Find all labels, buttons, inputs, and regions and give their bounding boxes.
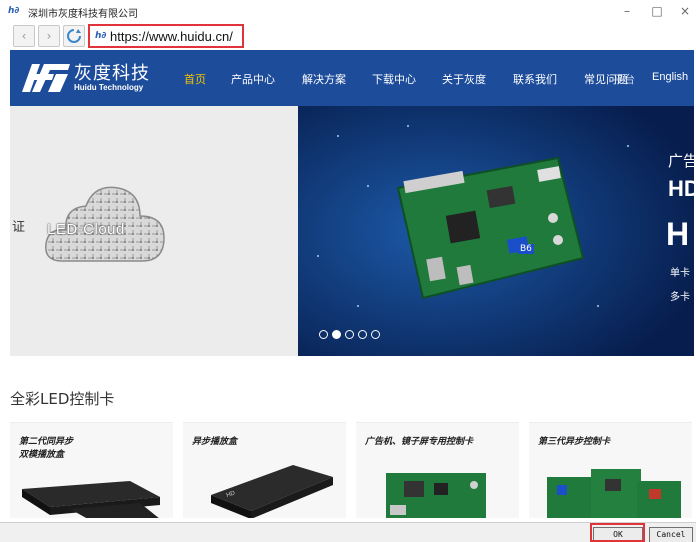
nav-solutions[interactable]: 解决方案	[302, 71, 346, 87]
async-control-card-icon	[547, 469, 681, 518]
logo-chinese-name: 灰度科技	[74, 63, 150, 84]
maximize-button[interactable]: □	[648, 2, 666, 20]
carousel-dot-1[interactable]	[319, 330, 328, 339]
control-board-icon	[396, 156, 585, 300]
section-title: 全彩LED控制卡	[10, 390, 115, 408]
app-logo-icon: ℎ∂	[8, 6, 20, 16]
title-bar: ℎ∂ 深圳市灰度科技有限公司 – □ ×	[0, 0, 696, 22]
cancel-button[interactable]: Cancel	[649, 527, 693, 542]
product-card-2[interactable]: 异步播放盒 HD	[183, 422, 346, 518]
async-playbox-icon: HD	[211, 465, 333, 518]
led-cloud-label: LED-Cloud	[47, 221, 125, 238]
carousel-dot-5[interactable]	[371, 330, 380, 339]
refresh-icon	[67, 29, 81, 43]
window-title: 深圳市灰度科技有限公司	[28, 9, 138, 20]
product-card-3[interactable]: 广告机、镜子屏专用控制卡	[356, 422, 519, 518]
hero-heading-ad: 广告	[668, 152, 694, 170]
product-card-1[interactable]: 第二代同异步 双模播放盒	[10, 422, 173, 518]
site-favicon-icon: ℎ∂	[95, 31, 107, 41]
carousel-dot-2[interactable]	[332, 330, 341, 339]
carousel-dot-4[interactable]	[358, 330, 367, 339]
logo-english-name: Huidu Technology	[74, 83, 144, 92]
minimize-button[interactable]: –	[618, 2, 636, 20]
hero-control-board-panel: B6 广告 HD H 单卡 多卡	[298, 106, 694, 356]
product-cards: 第二代同异步 双模播放盒 异步播放盒 HD 广告机、镜子屏专用控制卡 第三代异步…	[10, 422, 694, 518]
back-button[interactable]: ‹	[13, 25, 35, 47]
carousel-dot-3[interactable]	[345, 330, 354, 339]
nav-english[interactable]: English	[652, 71, 688, 83]
huidu-logo-icon	[22, 64, 70, 92]
hero-led-cloud-panel: 证 LED-Cloud	[10, 106, 298, 356]
board-model-badge: B6	[518, 244, 534, 254]
hero-subtext-multi: 多卡	[670, 292, 690, 303]
hero-heading-h: H	[666, 216, 690, 252]
forward-button[interactable]: ›	[38, 25, 60, 47]
hero-banner[interactable]: 证 LED-Cloud B6 广告 HD H 单卡 多卡	[10, 106, 694, 356]
ad-control-card-icon	[386, 473, 486, 518]
nav-home[interactable]: 首页	[184, 71, 206, 87]
browser-toolbar: ‹ › ℎ∂ https://www.huidu.cn/	[0, 24, 696, 48]
address-url[interactable]: https://www.huidu.cn/	[110, 29, 233, 44]
product-card-4[interactable]: 第三代异步控制卡	[529, 422, 692, 518]
nav-about[interactable]: 关于灰度	[442, 71, 486, 87]
ok-button[interactable]: OK	[593, 527, 643, 542]
dialog-button-bar: OK Cancel	[0, 522, 696, 542]
carousel-dots	[319, 330, 380, 339]
playbox-device-icon	[22, 481, 160, 518]
nav-contact[interactable]: 联系我们	[513, 71, 557, 87]
refresh-button[interactable]	[63, 25, 85, 47]
nav-platform-overlap[interactable]: 平台	[613, 71, 635, 87]
close-button[interactable]: ×	[676, 2, 694, 20]
hero-heading-hd: HD	[668, 176, 694, 201]
hero-left-edge-text: 证	[12, 220, 26, 235]
nav-downloads[interactable]: 下载中心	[372, 71, 416, 87]
hero-subtext-single: 单卡	[670, 268, 690, 279]
address-bar[interactable]: ℎ∂ https://www.huidu.cn/	[88, 24, 244, 48]
site-header: 灰度科技 Huidu Technology 首页 产品中心 解决方案 下载中心 …	[10, 50, 694, 106]
web-content: 灰度科技 Huidu Technology 首页 产品中心 解决方案 下载中心 …	[10, 50, 694, 518]
nav-products[interactable]: 产品中心	[231, 71, 275, 87]
